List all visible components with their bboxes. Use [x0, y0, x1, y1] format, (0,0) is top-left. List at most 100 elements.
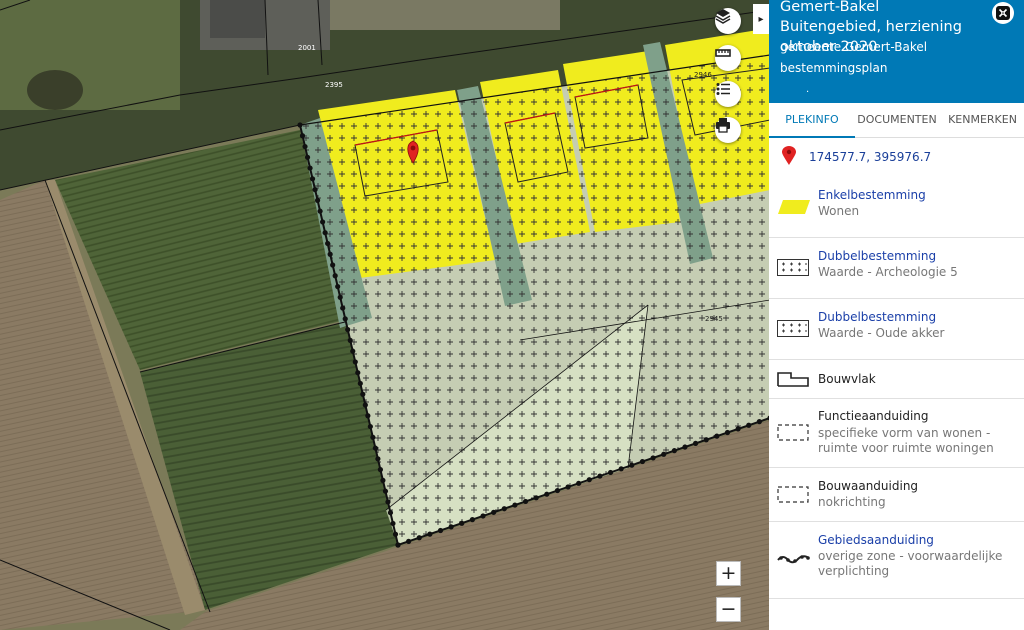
legend-item-bouwvlak[interactable]: Bouwvlak	[769, 360, 1024, 399]
map-view[interactable]: 2001 2395 2946 2945 + − ▸	[0, 0, 770, 630]
boundary-dot	[480, 513, 486, 519]
tab-kenmerken[interactable]: KENMERKEN	[941, 103, 1024, 137]
boundary-dot	[629, 462, 635, 468]
boundary-dot	[618, 466, 624, 472]
crosshatch-grid-icon	[777, 320, 809, 337]
boundary-dot	[448, 524, 454, 530]
legend-title[interactable]: Dubbelbestemming	[818, 249, 936, 263]
boundary-dot	[522, 498, 529, 505]
boundary-dot	[337, 294, 343, 300]
boundary-dot	[365, 413, 371, 419]
legend-title: Functieaanduiding	[818, 409, 929, 423]
parcel-label: 2946	[694, 71, 712, 79]
legend-title[interactable]: Gebiedsaanduiding	[818, 533, 934, 547]
boundary-dot	[299, 133, 306, 139]
legend-item-bouwaanduiding[interactable]: Bouwaanduiding nokrichting	[769, 468, 1024, 522]
layers-button[interactable]	[715, 8, 741, 34]
boundary-dot	[332, 273, 338, 279]
boundary-dot	[297, 122, 303, 128]
measure-button[interactable]	[715, 45, 741, 71]
dashed-box-icon	[777, 424, 809, 441]
legend-subtitle: Waarde - Archeologie 5	[818, 265, 958, 279]
coordinate-row: 174577.7, 395976.7	[769, 140, 1024, 176]
zoom-in-button[interactable]: +	[716, 561, 741, 586]
parcel-label: 2001	[298, 44, 316, 52]
boundary-dot	[703, 437, 709, 443]
boundary-dot	[437, 527, 444, 534]
boundary-dot	[661, 451, 667, 457]
legend-title[interactable]: Enkelbestemming	[818, 188, 926, 202]
zoom-out-button[interactable]: −	[716, 597, 741, 622]
boundary-dot	[714, 433, 720, 439]
ruler-icon	[715, 49, 731, 57]
boundary-dot	[377, 467, 384, 473]
coordinate-value: 174577.7, 395976.7	[809, 150, 932, 164]
tab-plekinfo[interactable]: PLEKINFO	[769, 103, 855, 138]
boundary-dot	[406, 538, 412, 544]
boundary-dot	[554, 487, 561, 494]
legend-item-functieaanduiding[interactable]: Functieaanduiding specifieke vorm van wo…	[769, 399, 1024, 468]
location-pin-icon	[782, 146, 796, 165]
boundary-dot	[320, 219, 326, 225]
parcel-label: 2945	[705, 315, 723, 323]
boundary-dot	[367, 423, 373, 430]
plan-type: bestemmingsplan	[780, 61, 888, 75]
boundary-dot	[355, 370, 361, 376]
boundary-dot	[335, 283, 341, 290]
boundary-dot	[416, 535, 422, 541]
boundary-dot	[307, 165, 313, 171]
legend-item-oude-akker[interactable]: Dubbelbestemming Waarde - Oude akker	[769, 299, 1024, 360]
legend-title[interactable]: Dubbelbestemming	[818, 310, 936, 324]
boundary-dot	[385, 499, 391, 505]
boundary-dot	[390, 520, 396, 527]
boundary-dot	[362, 402, 368, 408]
boundary-dot	[382, 488, 389, 494]
boundary-dot	[512, 502, 518, 508]
boundary-dot	[607, 469, 614, 476]
boundary-dot	[380, 477, 386, 483]
boundary-dot	[756, 419, 762, 425]
boundary-dot	[735, 426, 741, 432]
boundary-dot	[746, 422, 752, 428]
boundary-dot	[312, 187, 318, 193]
boundary-dot	[395, 542, 401, 548]
legend-button[interactable]	[715, 81, 741, 107]
crosshatch-grid-icon	[777, 259, 809, 276]
boundary-dot	[650, 455, 656, 461]
map-canvas[interactable]: 2001 2395 2946 2945	[0, 0, 770, 630]
boundary-dot	[342, 316, 348, 322]
boundary-dot	[639, 458, 646, 465]
boundary-dot	[693, 440, 699, 446]
header-dot: .	[806, 84, 810, 95]
legend-item-gebiedsaanduiding[interactable]: Gebiedsaanduiding overige zone - voorwaa…	[769, 522, 1024, 599]
legend-title: Bouwaanduiding	[818, 479, 919, 493]
close-button[interactable]	[992, 2, 1014, 24]
boundary-dot	[469, 517, 475, 523]
tab-documenten[interactable]: DOCUMENTEN	[855, 103, 939, 137]
boundary-dot	[533, 495, 539, 501]
boundary-dot	[352, 359, 358, 365]
legend-item-wonen[interactable]: Enkelbestemming Wonen	[769, 178, 1024, 238]
close-icon	[996, 6, 1010, 20]
boundary-dot	[565, 484, 571, 490]
list-icon	[716, 83, 730, 95]
boundary-dot	[597, 473, 603, 479]
boundary-dot	[387, 510, 394, 516]
boundary-dot	[350, 348, 356, 354]
legend-item-archeologie[interactable]: Dubbelbestemming Waarde - Archeologie 5	[769, 238, 1024, 299]
printer-icon	[716, 118, 730, 133]
boundary-dot	[491, 509, 497, 515]
boundary-dot	[314, 197, 321, 203]
info-panel: Gemert-Bakel Buitengebied, herziening ok…	[769, 0, 1024, 630]
legend-subtitle: specifieke vorm van wonen - ruimte voor …	[818, 426, 994, 455]
legend-subtitle: overige zone - voorwaardelijke verplicht…	[818, 549, 1003, 578]
boundary-dot	[322, 230, 328, 236]
boundary-dot	[724, 429, 731, 436]
print-button[interactable]	[715, 117, 741, 143]
collapse-panel-button[interactable]: ▸	[753, 4, 769, 34]
boundary-dot	[345, 327, 351, 333]
dashed-box-icon	[777, 486, 809, 503]
yellow-parallelogram-icon	[778, 200, 810, 214]
legend-subtitle: nokrichting	[818, 495, 886, 509]
boundary-dot	[671, 448, 677, 454]
